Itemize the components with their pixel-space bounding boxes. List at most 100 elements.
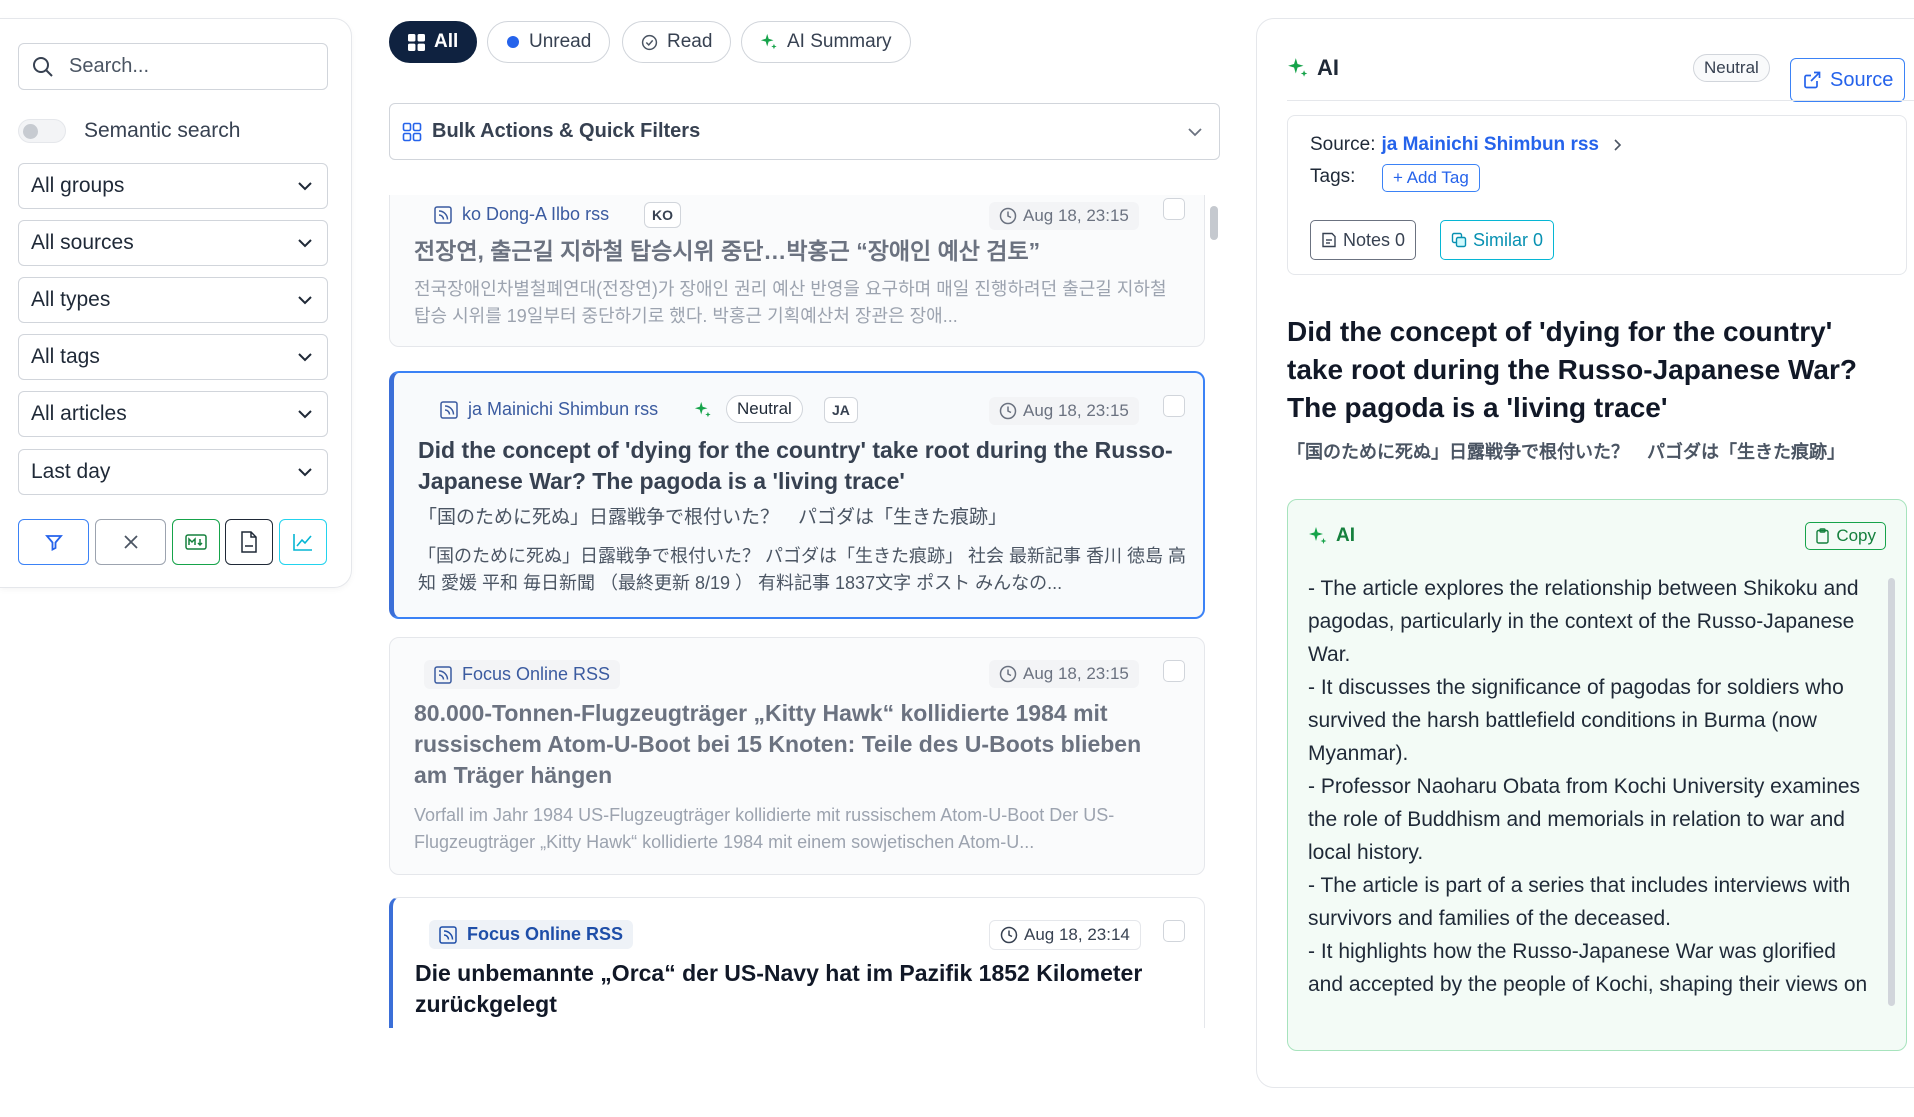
copy-button[interactable]: Copy (1805, 522, 1886, 550)
similar-button[interactable]: Similar 0 (1440, 220, 1555, 260)
source-select-value: All sources (31, 231, 134, 254)
summary-line: - Professor Naoharu Obata from Kochi Uni… (1308, 775, 1861, 864)
summary-line: - It highlights how the Russo-Japanese W… (1308, 940, 1868, 1007)
grid-icon (408, 33, 425, 51)
ai-summary-label: AI (1336, 525, 1355, 546)
group-select-value: All groups (31, 174, 125, 197)
article-card-selected[interactable]: ja Mainichi Shimbun rss Neutral JA Aug 1… (389, 371, 1205, 619)
source-badge[interactable]: Focus Online RSS (429, 920, 634, 949)
source-badge[interactable]: ja Mainichi Shimbun rss (430, 395, 668, 424)
export-pdf-button[interactable] (225, 519, 273, 565)
summary-line: - It discusses the significance of pagod… (1308, 676, 1844, 765)
article-subtitle: 「国のために死ぬ」日露戦争で根付いた？ パゴダは「生きた痕跡」 (418, 507, 1008, 528)
tab-unread[interactable]: Unread (487, 21, 611, 63)
timestamp-text: Aug 18, 23:14 (1024, 925, 1130, 944)
chevron-down-icon (295, 290, 315, 310)
chevron-down-icon (295, 404, 315, 424)
semantic-search-row: Semantic search (18, 119, 240, 143)
chevron-down-icon (295, 176, 315, 196)
rss-icon (439, 925, 457, 944)
bulk-icon (402, 122, 422, 142)
source-name: Focus Online RSS (467, 924, 624, 944)
select-checkbox[interactable] (1163, 198, 1185, 220)
notes-label: Notes 0 (1343, 229, 1406, 250)
detail-subtitle: 「国のために死ぬ」日露戦争で根付いた？ パゴダは「生きた痕跡」 (1287, 442, 1845, 462)
article-select[interactable]: All articles (18, 391, 328, 437)
timestamp-text: Aug 18, 23:15 (1023, 401, 1129, 420)
check-circle-icon (641, 34, 658, 51)
apply-filter-button[interactable] (18, 519, 89, 565)
chevron-down-icon (295, 462, 315, 482)
select-checkbox[interactable] (1163, 920, 1185, 942)
select-checkbox[interactable] (1163, 660, 1185, 682)
chevron-down-icon (295, 233, 315, 253)
sparkle-icon (760, 33, 778, 51)
article-card[interactable]: Focus Online RSS Aug 18, 23:15 80.000-To… (389, 637, 1205, 875)
tab-ai-summary[interactable]: AI Summary (741, 21, 911, 63)
chevron-down-icon (295, 347, 315, 367)
source-link[interactable]: ja Mainichi Shimbun rss (1381, 134, 1599, 156)
close-icon (121, 532, 141, 552)
source-button-label: Source (1830, 68, 1894, 91)
tab-read[interactable]: Read (622, 21, 732, 63)
list-scrollbar[interactable] (1210, 206, 1218, 240)
time-range-select-value: Last day (31, 460, 111, 483)
semantic-search-toggle[interactable] (18, 119, 66, 143)
sparkle-icon (694, 401, 712, 419)
article-list: ko Dong-A Ilbo rss KO Aug 18, 23:15 전장연,… (389, 195, 1209, 1028)
article-meta-box: Source: ja Mainichi Shimbun rss Tags: + … (1287, 115, 1907, 275)
export-markdown-button[interactable] (172, 519, 220, 565)
group-select[interactable]: All groups (18, 163, 328, 209)
tags-label: Tags: (1310, 166, 1356, 187)
article-title[interactable]: Die unbemannte „Orca“ der US-Navy hat im… (415, 958, 1175, 1020)
chart-line-icon (292, 532, 314, 552)
notes-button[interactable]: Notes 0 (1310, 220, 1417, 260)
add-tag-button[interactable]: + Add Tag (1382, 164, 1480, 192)
article-title[interactable]: 전장연, 출근길 지하철 탑승시위 중단…박홍근 “장애인 예산 검토” (414, 236, 1174, 267)
dot-icon (506, 35, 520, 49)
summary-line: - The article explores the relationship … (1308, 577, 1859, 666)
tab-ai-summary-label: AI Summary (787, 31, 892, 52)
chevron-down-icon (1185, 122, 1205, 142)
clock-icon (999, 207, 1017, 225)
header-divider (1287, 100, 1914, 101)
clock-icon (1000, 926, 1018, 944)
pdf-icon (240, 531, 258, 553)
select-checkbox[interactable] (1163, 395, 1185, 417)
source-badge[interactable]: ko Dong-A Ilbo rss (424, 200, 619, 229)
search-box[interactable] (18, 43, 328, 90)
tab-unread-label: Unread (529, 31, 592, 52)
detail-title: Did the concept of 'dying for the countr… (1287, 316, 1857, 423)
source-select[interactable]: All sources (18, 220, 328, 266)
summary-line: - The article is part of a series that i… (1308, 874, 1851, 930)
timestamp: Aug 18, 23:14 (989, 920, 1141, 950)
bulk-actions-toggle[interactable]: Bulk Actions & Quick Filters (389, 103, 1220, 160)
type-select[interactable]: All types (18, 277, 328, 323)
timestamp-text: Aug 18, 23:15 (1023, 664, 1129, 683)
source-row: Source: ja Mainichi Shimbun rss (1310, 134, 1623, 156)
ai-summary-box: AI Copy - The article explores the relat… (1287, 499, 1907, 1051)
time-range-select[interactable]: Last day (18, 449, 328, 495)
article-card-unread[interactable]: Focus Online RSS Aug 18, 23:14 Die unbem… (389, 897, 1205, 1028)
clear-filter-button[interactable] (95, 519, 166, 565)
article-detail-panel: AI Neutral Source Source: ja Mainichi Sh… (1256, 18, 1914, 1088)
language-badge: JA (824, 397, 858, 423)
summary-scrollbar[interactable] (1888, 578, 1895, 1006)
sparkle-icon (1308, 526, 1328, 546)
source-button[interactable]: Source (1790, 58, 1906, 102)
source-badge[interactable]: Focus Online RSS (424, 660, 621, 689)
rss-icon (434, 665, 452, 684)
article-select-value: All articles (31, 402, 127, 425)
timestamp: Aug 18, 23:15 (989, 660, 1139, 688)
chevron-right-icon (1613, 138, 1623, 152)
article-title[interactable]: 80.000-Tonnen-Flugzeugträger „Kitty Hawk… (414, 698, 1174, 791)
article-card[interactable]: ko Dong-A Ilbo rss KO Aug 18, 23:15 전장연,… (389, 195, 1205, 347)
article-title[interactable]: Did the concept of 'dying for the countr… (418, 435, 1188, 497)
search-input[interactable] (69, 55, 299, 78)
tab-all[interactable]: All (389, 21, 478, 63)
semantic-search-label: Semantic search (84, 119, 241, 142)
analytics-button[interactable] (279, 519, 327, 565)
clipboard-icon (1815, 528, 1830, 544)
tag-select[interactable]: All tags (18, 334, 328, 380)
timestamp: Aug 18, 23:15 (989, 202, 1139, 230)
